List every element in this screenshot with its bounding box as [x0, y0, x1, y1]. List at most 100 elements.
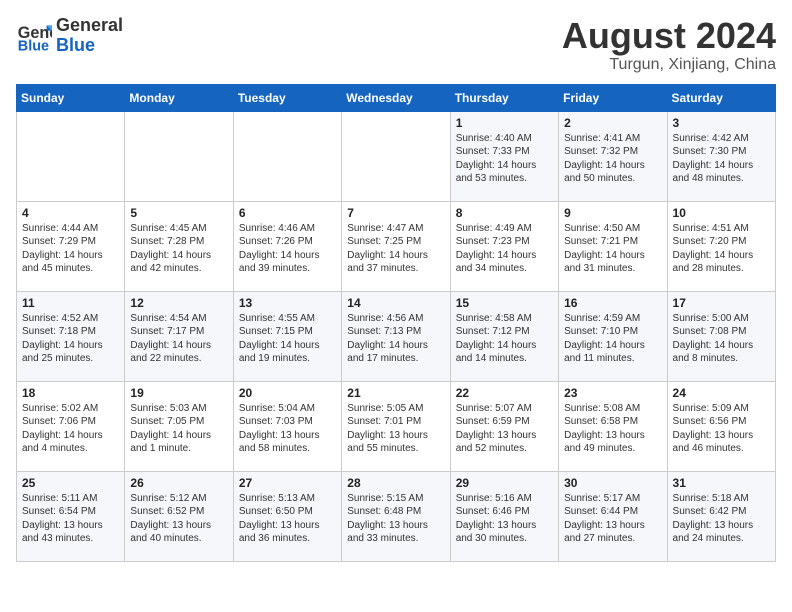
day-info: Sunrise: 4:46 AM Sunset: 7:26 PM Dayligh…: [239, 222, 336, 276]
calendar-cell: 19Sunrise: 5:03 AM Sunset: 7:05 PM Dayli…: [125, 381, 233, 471]
day-number: 30: [564, 476, 661, 490]
day-info: Sunrise: 5:04 AM Sunset: 7:03 PM Dayligh…: [239, 402, 336, 456]
page-header: General Blue General Blue August 2024 Tu…: [16, 16, 776, 74]
header-monday: Monday: [125, 84, 233, 111]
calendar-week-row: 25 Sunrise: 5:11 AM Sunset: 6:54 PM Dayli…: [17, 471, 776, 561]
day-number: 25: [22, 476, 119, 490]
calendar-cell: 27Sunrise: 5:13 AM Sunset: 6:50 PM Dayli…: [233, 471, 341, 561]
calendar-cell: 25 Sunrise: 5:11 AM Sunset: 6:54 PM Dayli…: [17, 471, 125, 561]
day-info: Sunrise: 5:02 AM Sunset: 7:06 PM Dayligh…: [22, 402, 119, 456]
day-info: Sunrise: 5:15 AM Sunset: 6:48 PM Dayligh…: [347, 492, 444, 546]
day-number: 19: [130, 386, 227, 400]
day-number: 8: [456, 206, 553, 220]
day-info: Sunrise: 5:17 AM Sunset: 6:44 PM Dayligh…: [564, 492, 661, 546]
title-block: August 2024 Turgun, Xinjiang, China: [562, 16, 776, 74]
calendar-week-row: 18Sunrise: 5:02 AM Sunset: 7:06 PM Dayli…: [17, 381, 776, 471]
day-number: 7: [347, 206, 444, 220]
day-number: 12: [130, 296, 227, 310]
calendar-cell: 7 Sunrise: 4:47 AM Sunset: 7:25 PM Daylig…: [342, 201, 450, 291]
calendar-cell: 26 Sunrise: 5:12 AM Sunset: 6:52 PM Dayli…: [125, 471, 233, 561]
svg-text:Blue: Blue: [18, 38, 49, 54]
calendar-week-row: 11Sunrise: 4:52 AM Sunset: 7:18 PM Dayli…: [17, 291, 776, 381]
day-number: 5: [130, 206, 227, 220]
calendar-table: Sunday Monday Tuesday Wednesday Thursday…: [16, 84, 776, 562]
main-title: August 2024: [562, 16, 776, 56]
header-tuesday: Tuesday: [233, 84, 341, 111]
day-number: 29: [456, 476, 553, 490]
day-number: 22: [456, 386, 553, 400]
day-info: Sunrise: 5:12 AM Sunset: 6:52 PM Dayligh…: [130, 492, 227, 546]
day-number: 13: [239, 296, 336, 310]
day-number: 31: [673, 476, 770, 490]
day-info: Sunrise: 4:50 AM Sunset: 7:21 PM Dayligh…: [564, 222, 661, 276]
day-info: Sunrise: 4:49 AM Sunset: 7:23 PM Dayligh…: [456, 222, 553, 276]
day-info: Sunrise: 5:13 AM Sunset: 6:50 PM Dayligh…: [239, 492, 336, 546]
calendar-cell: 5 Sunrise: 4:45 AM Sunset: 7:28 PM Daylig…: [125, 201, 233, 291]
calendar-cell: 29 Sunrise: 5:16 AM Sunset: 6:46 PM Dayli…: [450, 471, 558, 561]
day-info: Sunrise: 4:42 AM Sunset: 7:30 PM Dayligh…: [673, 132, 770, 186]
day-info: Sunrise: 5:00 AM Sunset: 7:08 PM Dayligh…: [673, 312, 770, 366]
calendar-cell: 22 Sunrise: 5:07 AM Sunset: 6:59 PM Dayli…: [450, 381, 558, 471]
day-number: 16: [564, 296, 661, 310]
logo-icon: General Blue: [16, 18, 52, 54]
logo: General Blue General Blue: [16, 16, 123, 56]
day-info: Sunrise: 5:07 AM Sunset: 6:59 PM Dayligh…: [456, 402, 553, 456]
calendar-cell: 28 Sunrise: 5:15 AM Sunset: 6:48 PM Dayli…: [342, 471, 450, 561]
day-info: Sunrise: 4:52 AM Sunset: 7:18 PM Dayligh…: [22, 312, 119, 366]
day-number: 15: [456, 296, 553, 310]
day-info: Sunrise: 4:40 AM Sunset: 7:33 PM Dayligh…: [456, 132, 553, 186]
calendar-cell: [17, 111, 125, 201]
day-number: 4: [22, 206, 119, 220]
day-number: 26: [130, 476, 227, 490]
day-info: Sunrise: 4:51 AM Sunset: 7:20 PM Dayligh…: [673, 222, 770, 276]
day-number: 1: [456, 116, 553, 130]
day-number: 3: [673, 116, 770, 130]
calendar-cell: 12Sunrise: 4:54 AM Sunset: 7:17 PM Dayli…: [125, 291, 233, 381]
header-thursday: Thursday: [450, 84, 558, 111]
day-number: 17: [673, 296, 770, 310]
calendar-cell: [342, 111, 450, 201]
calendar-cell: 9 Sunrise: 4:50 AM Sunset: 7:21 PM Daylig…: [559, 201, 667, 291]
calendar-cell: 21Sunrise: 5:05 AM Sunset: 7:01 PM Dayli…: [342, 381, 450, 471]
day-info: Sunrise: 4:55 AM Sunset: 7:15 PM Dayligh…: [239, 312, 336, 366]
calendar-week-row: 4Sunrise: 4:44 AM Sunset: 7:29 PM Daylig…: [17, 201, 776, 291]
day-number: 10: [673, 206, 770, 220]
day-info: Sunrise: 5:16 AM Sunset: 6:46 PM Dayligh…: [456, 492, 553, 546]
calendar-cell: 31 Sunrise: 5:18 AM Sunset: 6:42 PM Dayli…: [667, 471, 775, 561]
day-info: Sunrise: 4:56 AM Sunset: 7:13 PM Dayligh…: [347, 312, 444, 366]
day-number: 9: [564, 206, 661, 220]
calendar-cell: 23 Sunrise: 5:08 AM Sunset: 6:58 PM Dayli…: [559, 381, 667, 471]
day-info: Sunrise: 4:45 AM Sunset: 7:28 PM Dayligh…: [130, 222, 227, 276]
day-info: Sunrise: 4:41 AM Sunset: 7:32 PM Dayligh…: [564, 132, 661, 186]
calendar-cell: 2Sunrise: 4:41 AM Sunset: 7:32 PM Daylig…: [559, 111, 667, 201]
calendar-cell: 13 Sunrise: 4:55 AM Sunset: 7:15 PM Dayli…: [233, 291, 341, 381]
calendar-cell: 4Sunrise: 4:44 AM Sunset: 7:29 PM Daylig…: [17, 201, 125, 291]
day-info: Sunrise: 4:47 AM Sunset: 7:25 PM Dayligh…: [347, 222, 444, 276]
page-container: General Blue General Blue August 2024 Tu…: [16, 16, 776, 562]
calendar-cell: 11Sunrise: 4:52 AM Sunset: 7:18 PM Dayli…: [17, 291, 125, 381]
calendar-cell: 20 Sunrise: 5:04 AM Sunset: 7:03 PM Dayli…: [233, 381, 341, 471]
day-info: Sunrise: 4:59 AM Sunset: 7:10 PM Dayligh…: [564, 312, 661, 366]
day-info: Sunrise: 5:08 AM Sunset: 6:58 PM Dayligh…: [564, 402, 661, 456]
calendar-cell: 18Sunrise: 5:02 AM Sunset: 7:06 PM Dayli…: [17, 381, 125, 471]
day-info: Sunrise: 5:05 AM Sunset: 7:01 PM Dayligh…: [347, 402, 444, 456]
day-info: Sunrise: 5:11 AM Sunset: 6:54 PM Dayligh…: [22, 492, 119, 546]
day-info: Sunrise: 5:09 AM Sunset: 6:56 PM Dayligh…: [673, 402, 770, 456]
day-number: 6: [239, 206, 336, 220]
calendar-cell: 15Sunrise: 4:58 AM Sunset: 7:12 PM Dayli…: [450, 291, 558, 381]
day-number: 20: [239, 386, 336, 400]
calendar-cell: 10 Sunrise: 4:51 AM Sunset: 7:20 PM Dayli…: [667, 201, 775, 291]
calendar-cell: [233, 111, 341, 201]
calendar-cell: 1 Sunrise: 4:40 AM Sunset: 7:33 PM Daylig…: [450, 111, 558, 201]
calendar-cell: 3 Sunrise: 4:42 AM Sunset: 7:30 PM Daylig…: [667, 111, 775, 201]
calendar-cell: [125, 111, 233, 201]
calendar-cell: 17 Sunrise: 5:00 AM Sunset: 7:08 PM Dayli…: [667, 291, 775, 381]
day-number: 14: [347, 296, 444, 310]
calendar-cell: 16 Sunrise: 4:59 AM Sunset: 7:10 PM Dayli…: [559, 291, 667, 381]
day-number: 23: [564, 386, 661, 400]
calendar-cell: 8 Sunrise: 4:49 AM Sunset: 7:23 PM Daylig…: [450, 201, 558, 291]
day-info: Sunrise: 5:18 AM Sunset: 6:42 PM Dayligh…: [673, 492, 770, 546]
day-number: 24: [673, 386, 770, 400]
day-number: 28: [347, 476, 444, 490]
logo-text: General Blue: [56, 16, 123, 56]
